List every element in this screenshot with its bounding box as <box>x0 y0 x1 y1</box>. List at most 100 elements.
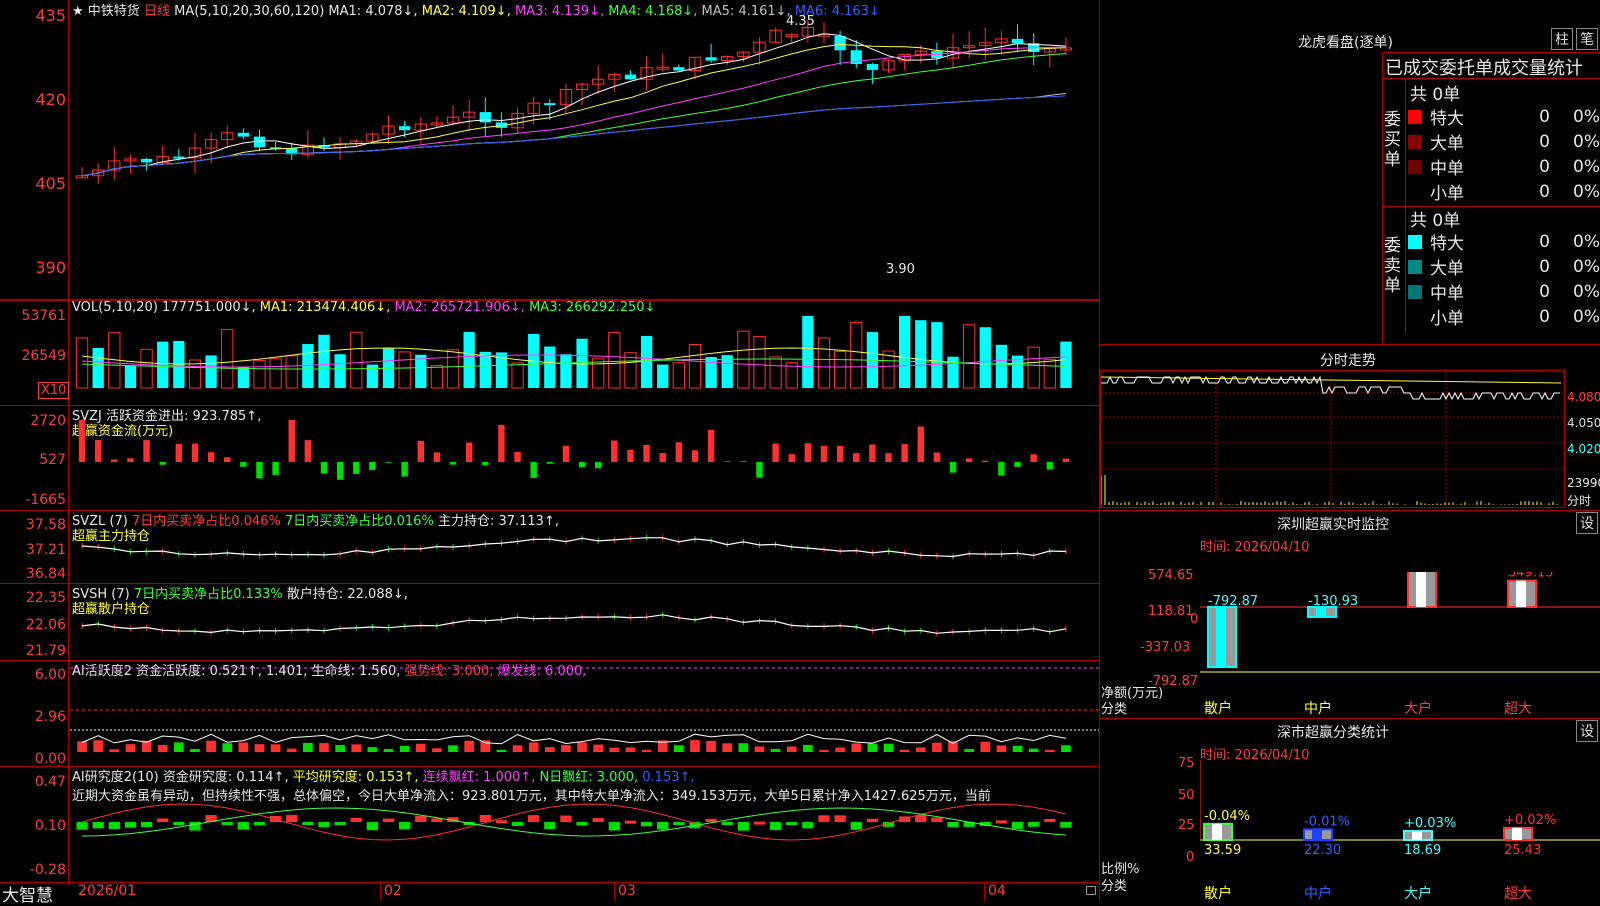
sell-xl-swatch <box>1408 234 1422 249</box>
sell-xl-value: 0 <box>1539 231 1550 252</box>
buy-l-label: 大单 <box>1430 134 1464 154</box>
svzl-chart[interactable] <box>70 525 1100 583</box>
svzj-bar <box>546 462 554 464</box>
ai1-bar <box>512 745 523 752</box>
svzj-bar <box>191 443 199 462</box>
brand-label[interactable]: 大智慧 <box>2 881 53 906</box>
sell-s-pct: 0% <box>1573 306 1600 327</box>
ai1-bar <box>915 747 926 752</box>
svzj-bar <box>933 452 941 462</box>
monitor-ytick-3: 0 <box>1190 612 1199 627</box>
ai2-bar <box>786 822 798 825</box>
classify-settings-button[interactable]: 设 <box>1576 720 1598 742</box>
candle-body <box>673 67 685 71</box>
volume-bar <box>92 347 104 388</box>
monitor-title: 深圳超赢实时监控 <box>1277 517 1389 533</box>
monitor-bar-highlight <box>1516 580 1526 607</box>
svzj-bar <box>788 454 795 462</box>
volume-bar <box>657 364 669 388</box>
volume-bar <box>833 350 847 389</box>
ai2-chart[interactable] <box>70 800 1100 882</box>
svzj-bar <box>498 424 505 462</box>
svzj-bar <box>772 443 779 462</box>
ai2-bar <box>947 822 959 828</box>
buy-row-s: 小单 0 0% <box>1408 179 1600 205</box>
vol-header: VOL(5,10,20) 177751.000↓, MA1: 213474.40… <box>72 300 655 315</box>
monitor-cat-retail: 散户 <box>1204 701 1232 717</box>
ai2-bar <box>1044 818 1056 822</box>
svzj-bar <box>643 444 650 462</box>
volume-chart[interactable] <box>70 316 1100 404</box>
volume-bar <box>1011 355 1024 388</box>
date-label-feb: 02 <box>384 883 402 899</box>
buy-l-swatch <box>1408 134 1422 149</box>
classify-cat-large: 大户 <box>1404 886 1432 902</box>
date-label-jan: 2026/01 <box>78 883 137 899</box>
ai2-bar <box>592 818 604 822</box>
ai2-bar <box>1011 822 1024 829</box>
buy-m-value: 0 <box>1539 156 1550 177</box>
svzj-bar <box>159 462 166 465</box>
ai2-bar <box>431 818 443 822</box>
date-label-apr: 04 <box>988 883 1006 899</box>
ai2-bar <box>415 815 427 822</box>
kline-ytick-2: 420 <box>35 90 66 109</box>
ai1-chart[interactable] <box>70 664 1100 766</box>
lhb-header-line <box>1382 78 1600 79</box>
ai1-bar <box>544 747 555 752</box>
kline-chart[interactable] <box>70 16 1100 298</box>
svzj-bar <box>853 453 860 462</box>
lhb-bar-view-button[interactable]: 柱 <box>1551 28 1573 50</box>
ai2-bar <box>173 822 185 825</box>
classify-cat-mid: 中户 <box>1304 886 1332 902</box>
classify-bar-chart[interactable]: -0.04% 33.59 -0.01% 22.30 +0.03% 18.69 +0.02% 2… <box>1200 760 1600 882</box>
svzj-bar <box>691 450 699 462</box>
monitor-value-label: 349.15 <box>1508 572 1554 581</box>
ai2-bar <box>673 822 685 825</box>
svzj-chart[interactable] <box>70 420 1100 510</box>
volume-bar <box>544 346 556 388</box>
classify-value-label: 18.69 <box>1404 843 1441 858</box>
sell-side-line <box>1405 206 1406 334</box>
volume-bar <box>802 316 814 388</box>
monitor-bar-chart[interactable]: -792.87-130.93574.65349.15 <box>1200 572 1600 682</box>
lhb-tick-view-button[interactable]: 笔 <box>1576 28 1598 50</box>
lhb-header: 已成交委托单成交量统计 <box>1385 58 1583 79</box>
volume-bar <box>205 355 217 388</box>
ai1-bar <box>432 748 442 752</box>
ai2-ytick-3: -0.28 <box>29 862 66 878</box>
ai2-bar <box>334 822 346 825</box>
svzj-bar <box>804 443 812 462</box>
ai2-bar <box>366 822 379 831</box>
ai1-bar <box>867 743 878 752</box>
volume-bar <box>124 365 137 388</box>
vol-title: VOL(5,10,20) <box>72 300 158 315</box>
ai1-bar <box>674 745 684 752</box>
classify-change-label: +0.03% <box>1404 816 1456 831</box>
volume-bar <box>511 362 524 389</box>
classify-ytick-2: 50 <box>1178 788 1195 803</box>
vol-ma2: MA2: 265721.906↓, <box>394 300 525 315</box>
fenshi-chart[interactable] <box>1101 371 1564 507</box>
ai1-bar <box>609 747 620 752</box>
buy-s-value: 0 <box>1539 181 1550 202</box>
vol-unit-badge: X10 <box>38 382 70 399</box>
svzj-bar <box>401 462 408 477</box>
classify-top-border <box>1100 718 1600 719</box>
svsh-chart[interactable] <box>70 598 1100 660</box>
svsh-ytick-2: 22.06 <box>25 617 66 633</box>
ai1-bar <box>690 740 700 752</box>
monitor-ytick-1: 574.65 <box>1148 568 1194 583</box>
classify-bar-highlight <box>1212 823 1222 840</box>
lock-icon[interactable] <box>1086 886 1096 895</box>
high-price-marker: 4.35 <box>786 14 815 29</box>
volume-bar <box>430 365 444 389</box>
buy-m-pct: 0% <box>1573 156 1600 177</box>
volume-bar <box>931 322 943 388</box>
classify-ytick-3: 25 <box>1178 818 1195 833</box>
svzj-bar <box>578 462 586 468</box>
volume-bar <box>140 348 153 389</box>
ai1-bar <box>577 742 587 752</box>
monitor-settings-button[interactable]: 设 <box>1576 512 1598 534</box>
date-tick-feb <box>380 882 381 900</box>
